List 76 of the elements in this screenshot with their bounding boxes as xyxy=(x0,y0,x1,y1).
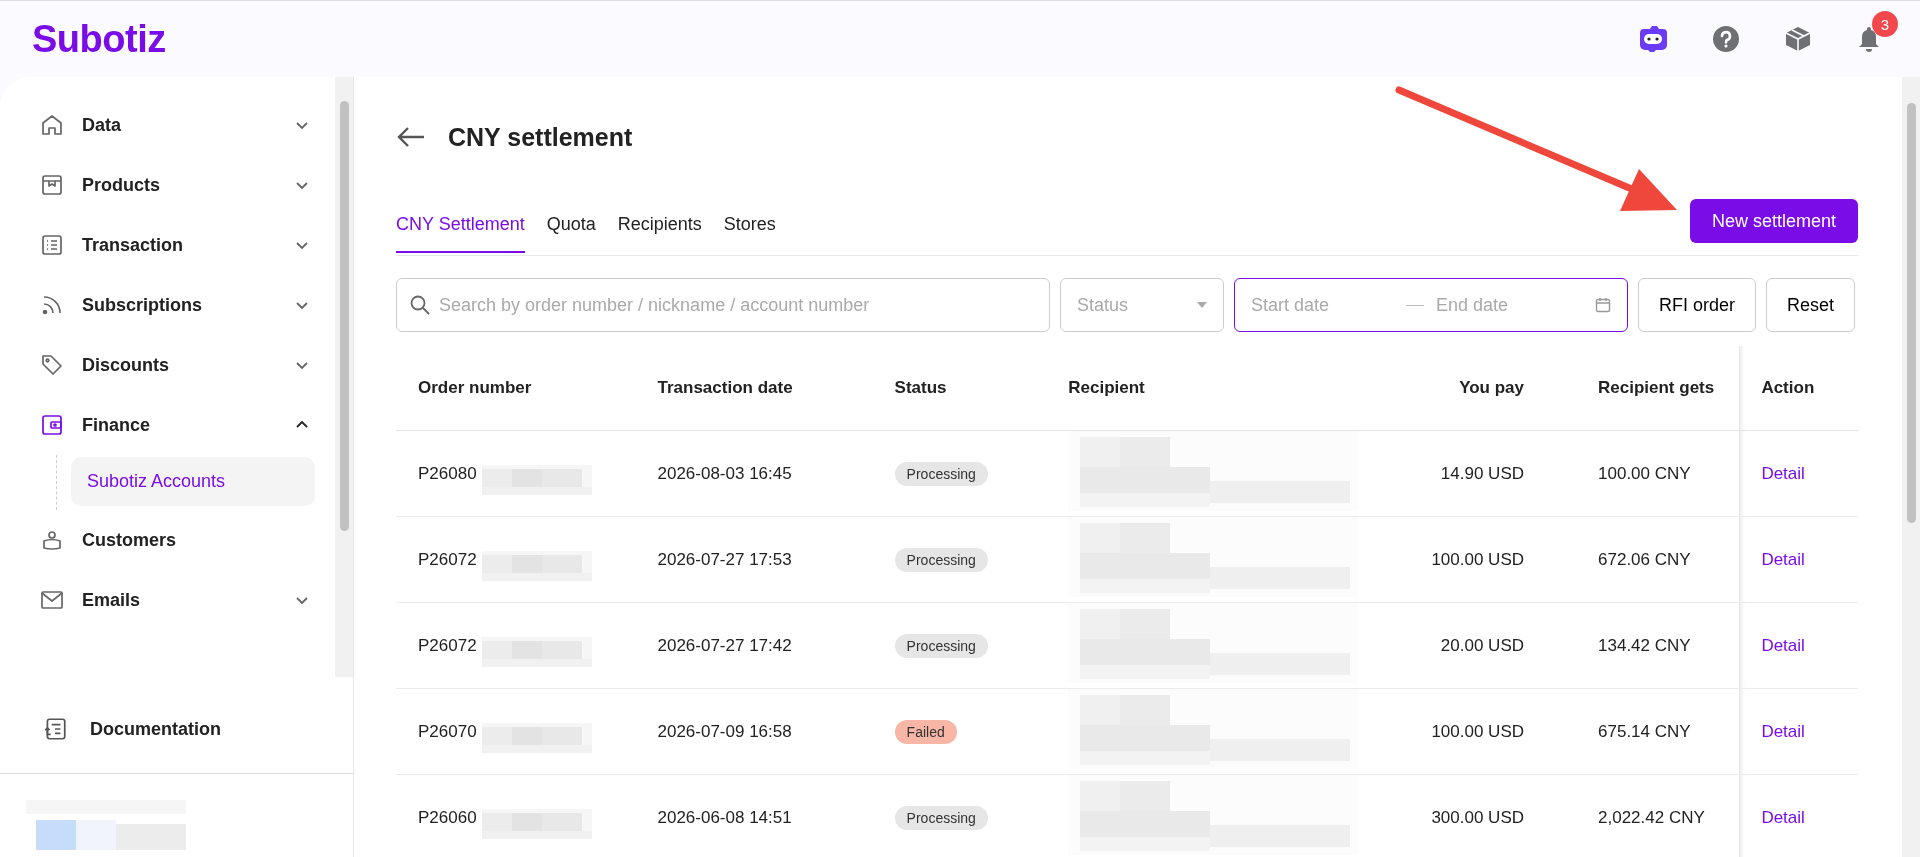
column-header: Recipient xyxy=(1068,346,1376,431)
table-cell: 100.00 USD xyxy=(1375,516,1534,603)
status-badge: Processing xyxy=(894,805,988,830)
menu-label: Finance xyxy=(82,414,152,436)
new-settlement-button[interactable]: New settlement xyxy=(1689,199,1858,243)
search-field[interactable]: Search by order number / nickname / account number xyxy=(396,278,1050,332)
table-cell: 2026-08-03 16:45 xyxy=(657,430,895,517)
table-cell: 100.00 USD xyxy=(1375,688,1534,775)
table-cell: P26072 xyxy=(418,635,477,656)
detail-link[interactable]: Detail xyxy=(1761,549,1805,569)
sidebar-item[interactable]: Subscriptions xyxy=(40,275,315,335)
table-cell: 134.42 CNY xyxy=(1534,602,1740,689)
table-cell: 675.14 CNY xyxy=(1534,688,1740,775)
sidebar-item[interactable]: Data xyxy=(40,95,315,155)
menu-label: Subscriptions xyxy=(82,294,203,316)
menu-label: Discounts xyxy=(82,354,170,376)
page-title: CNY settlement xyxy=(448,122,633,152)
table-cell: 300.00 USD xyxy=(1375,774,1534,857)
help-icon[interactable] xyxy=(1712,25,1740,53)
caret-icon xyxy=(1197,302,1207,308)
column-header: Recipient gets xyxy=(1534,346,1740,431)
scrollbar-thumb[interactable] xyxy=(339,101,349,531)
menu-label: Transaction xyxy=(82,234,185,256)
menu-label: Emails xyxy=(82,589,142,611)
robot-icon[interactable] xyxy=(1638,25,1668,53)
logo[interactable]: Subotiz xyxy=(32,17,166,61)
column-header: Transaction date xyxy=(657,346,895,431)
table-cell: P26060 xyxy=(418,807,477,828)
menu-label: Customers xyxy=(82,529,178,551)
notification-badge: 3 xyxy=(1872,11,1898,37)
column-header: Status xyxy=(894,346,1069,431)
sidebar-item[interactable]: Discounts xyxy=(40,335,315,395)
status-badge: Processing xyxy=(894,461,988,486)
status-badge: Processing xyxy=(894,633,988,658)
tab[interactable]: Quota xyxy=(546,201,596,253)
table-cell: 2026-07-09 16:58 xyxy=(657,688,895,775)
calendar-icon xyxy=(1595,297,1611,313)
table-cell: 2026-07-27 17:42 xyxy=(657,602,895,689)
search-icon xyxy=(410,295,430,315)
sidebar-item[interactable]: Transaction xyxy=(40,215,315,275)
detail-link[interactable]: Detail xyxy=(1761,635,1805,655)
table-cell: 100.00 CNY xyxy=(1534,430,1740,517)
column-header: Action xyxy=(1739,346,1858,431)
detail-link[interactable]: Detail xyxy=(1761,721,1805,741)
documentation-link[interactable]: Documentation xyxy=(0,685,353,774)
box-icon[interactable] xyxy=(1784,25,1812,53)
tab[interactable]: Stores xyxy=(723,201,776,253)
detail-link[interactable]: Detail xyxy=(1761,807,1805,827)
sidebar-item[interactable]: Products xyxy=(40,155,315,215)
table-cell: 14.90 USD xyxy=(1375,430,1534,517)
tab[interactable]: CNY Settlement xyxy=(396,201,525,253)
table-cell: 20.00 USD xyxy=(1375,602,1534,689)
filter-button[interactable]: RFI order xyxy=(1638,278,1757,332)
scrollbar-thumb[interactable] xyxy=(1906,103,1916,523)
column-header: You pay xyxy=(1375,346,1534,431)
menu-label: Data xyxy=(82,114,122,136)
sidebar-item[interactable]: Finance xyxy=(40,395,315,455)
sidebar-item[interactable]: Customers xyxy=(40,510,315,570)
table-cell: P26080 xyxy=(418,463,477,484)
document-icon xyxy=(42,716,68,742)
table-cell: 2,022.42 CNY xyxy=(1534,774,1740,857)
table-cell: P26070 xyxy=(418,721,477,742)
submenu-item[interactable]: Subotiz Accounts xyxy=(71,457,315,506)
sidebar-item[interactable]: Emails xyxy=(40,570,315,630)
status-badge: Processing xyxy=(894,547,988,572)
column-header: Order number xyxy=(396,346,658,431)
status-badge: Failed xyxy=(894,719,957,744)
table-cell: P26072 xyxy=(418,549,477,570)
tab[interactable]: Recipients xyxy=(617,201,702,253)
table-cell: 672.06 CNY xyxy=(1534,516,1740,603)
table-cell: 2026-06-08 14:51 xyxy=(657,774,895,857)
filter-button[interactable]: Reset xyxy=(1766,278,1856,332)
detail-link[interactable]: Detail xyxy=(1761,463,1805,483)
menu-label: Products xyxy=(82,174,161,196)
back-arrow-icon[interactable] xyxy=(396,125,426,149)
table-cell: 2026-07-27 17:53 xyxy=(657,516,895,603)
